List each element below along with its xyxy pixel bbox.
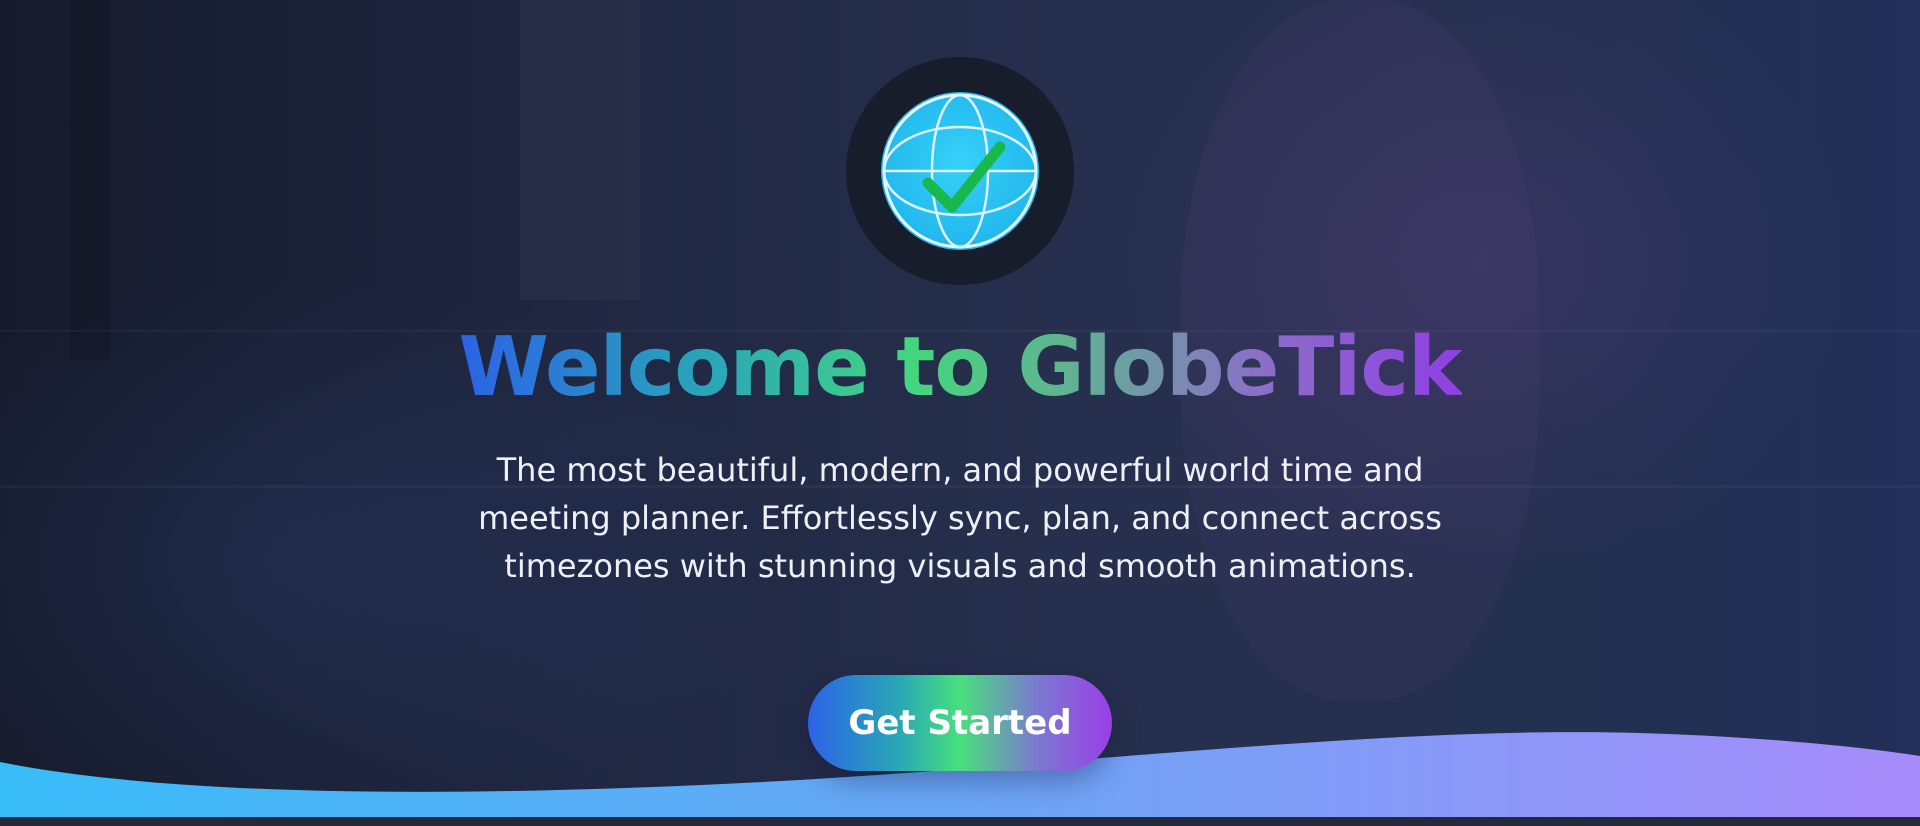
page-title-text: Welcome to GlobeTick (458, 320, 1462, 415)
hero-section: Welcome to GlobeTick The most beautiful,… (0, 0, 1920, 826)
background-doorway (520, 0, 640, 300)
background-pillar (70, 0, 110, 360)
page-title: Welcome to GlobeTick (0, 318, 1920, 418)
hero-subtitle: The most beautiful, modern, and powerful… (478, 451, 1442, 585)
globe-check-icon (881, 92, 1039, 250)
bottom-bar (0, 817, 1920, 826)
get-started-button[interactable]: Get Started (808, 675, 1112, 771)
